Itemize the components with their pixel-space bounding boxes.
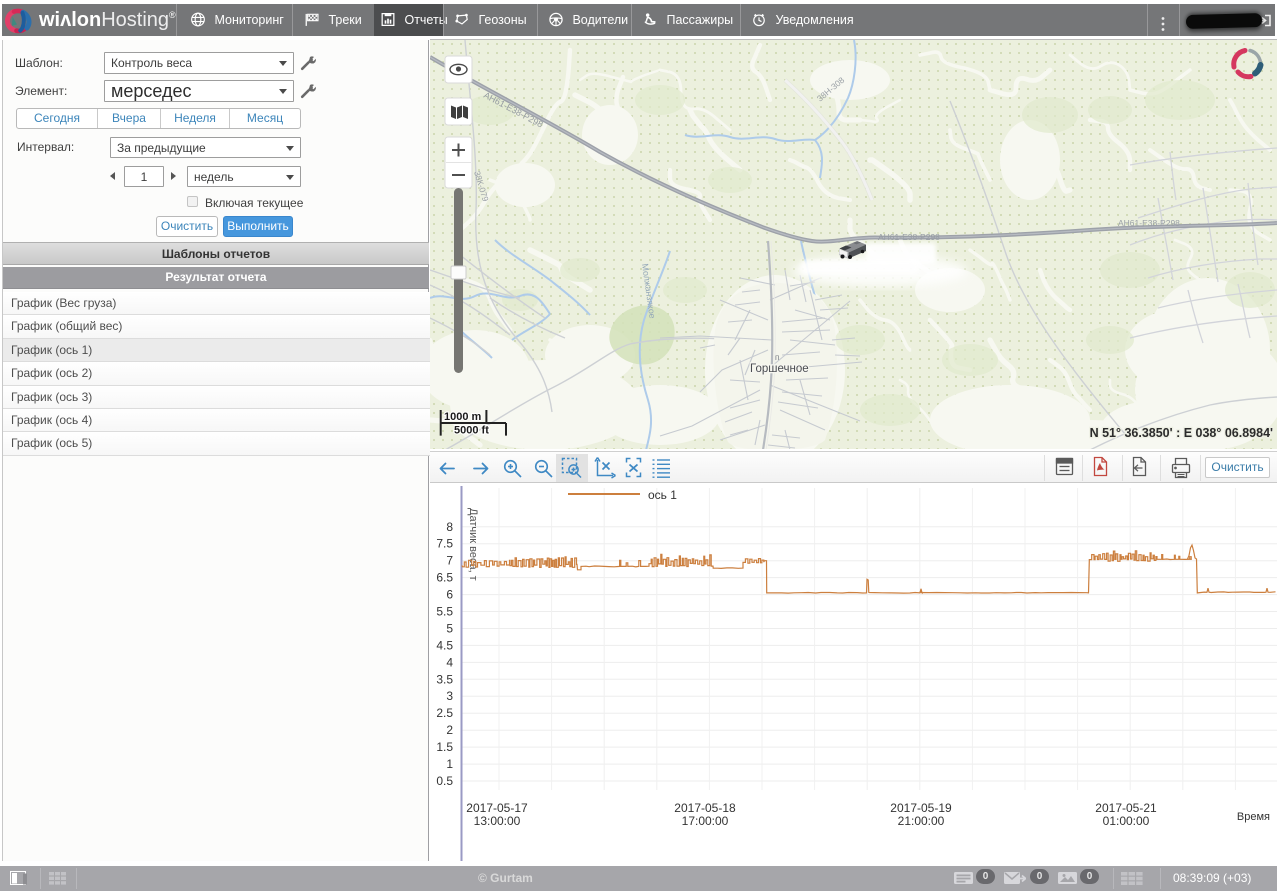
svg-text:Горшечное: Горшечное [750, 363, 809, 375]
svg-text:Датчик веса, т: Датчик веса, т [467, 508, 479, 581]
svg-text:3: 3 [446, 689, 453, 703]
svg-text:АН61-Е38-Р298: АН61-Е38-Р298 [878, 232, 940, 242]
svg-text:1000 m: 1000 m [444, 411, 482, 423]
svg-text:АН61-Е38-Р298: АН61-Е38-Р298 [1118, 218, 1180, 228]
svg-text:2017-05-18: 2017-05-18 [674, 801, 736, 815]
svg-text:4: 4 [446, 655, 453, 669]
svg-text:7: 7 [446, 554, 453, 568]
svg-text:1.5: 1.5 [436, 740, 453, 754]
svg-text:2017-05-19: 2017-05-19 [890, 801, 952, 815]
svg-text:6.5: 6.5 [436, 571, 453, 585]
svg-text:01:00:00: 01:00:00 [1103, 814, 1150, 828]
svg-text:ось 1: ось 1 [648, 488, 677, 502]
svg-text:8: 8 [446, 520, 453, 534]
svg-text:6: 6 [446, 588, 453, 602]
svg-text:17:00:00: 17:00:00 [682, 814, 729, 828]
svg-text:5000 ft: 5000 ft [454, 425, 489, 437]
svg-text:0.5: 0.5 [436, 774, 453, 788]
svg-text:5: 5 [446, 622, 453, 636]
svg-text:3.5: 3.5 [436, 672, 453, 686]
svg-text:21:00:00: 21:00:00 [898, 814, 945, 828]
svg-text:13:00:00: 13:00:00 [474, 814, 521, 828]
svg-text:2: 2 [446, 723, 453, 737]
svg-text:2017-05-17: 2017-05-17 [466, 801, 528, 815]
svg-text:Время: Время [1237, 811, 1270, 823]
svg-text:п: п [775, 353, 779, 362]
svg-text:2.5: 2.5 [436, 706, 453, 720]
svg-text:5.5: 5.5 [436, 605, 453, 619]
svg-text:1: 1 [446, 757, 453, 771]
svg-text:4.5: 4.5 [436, 638, 453, 652]
svg-text:2017-05-21: 2017-05-21 [1095, 801, 1157, 815]
svg-text:7.5: 7.5 [436, 537, 453, 551]
svg-text:N 51° 36.3850' : E 038° 06.898: N 51° 36.3850' : E 038° 06.8984' [1090, 426, 1273, 440]
